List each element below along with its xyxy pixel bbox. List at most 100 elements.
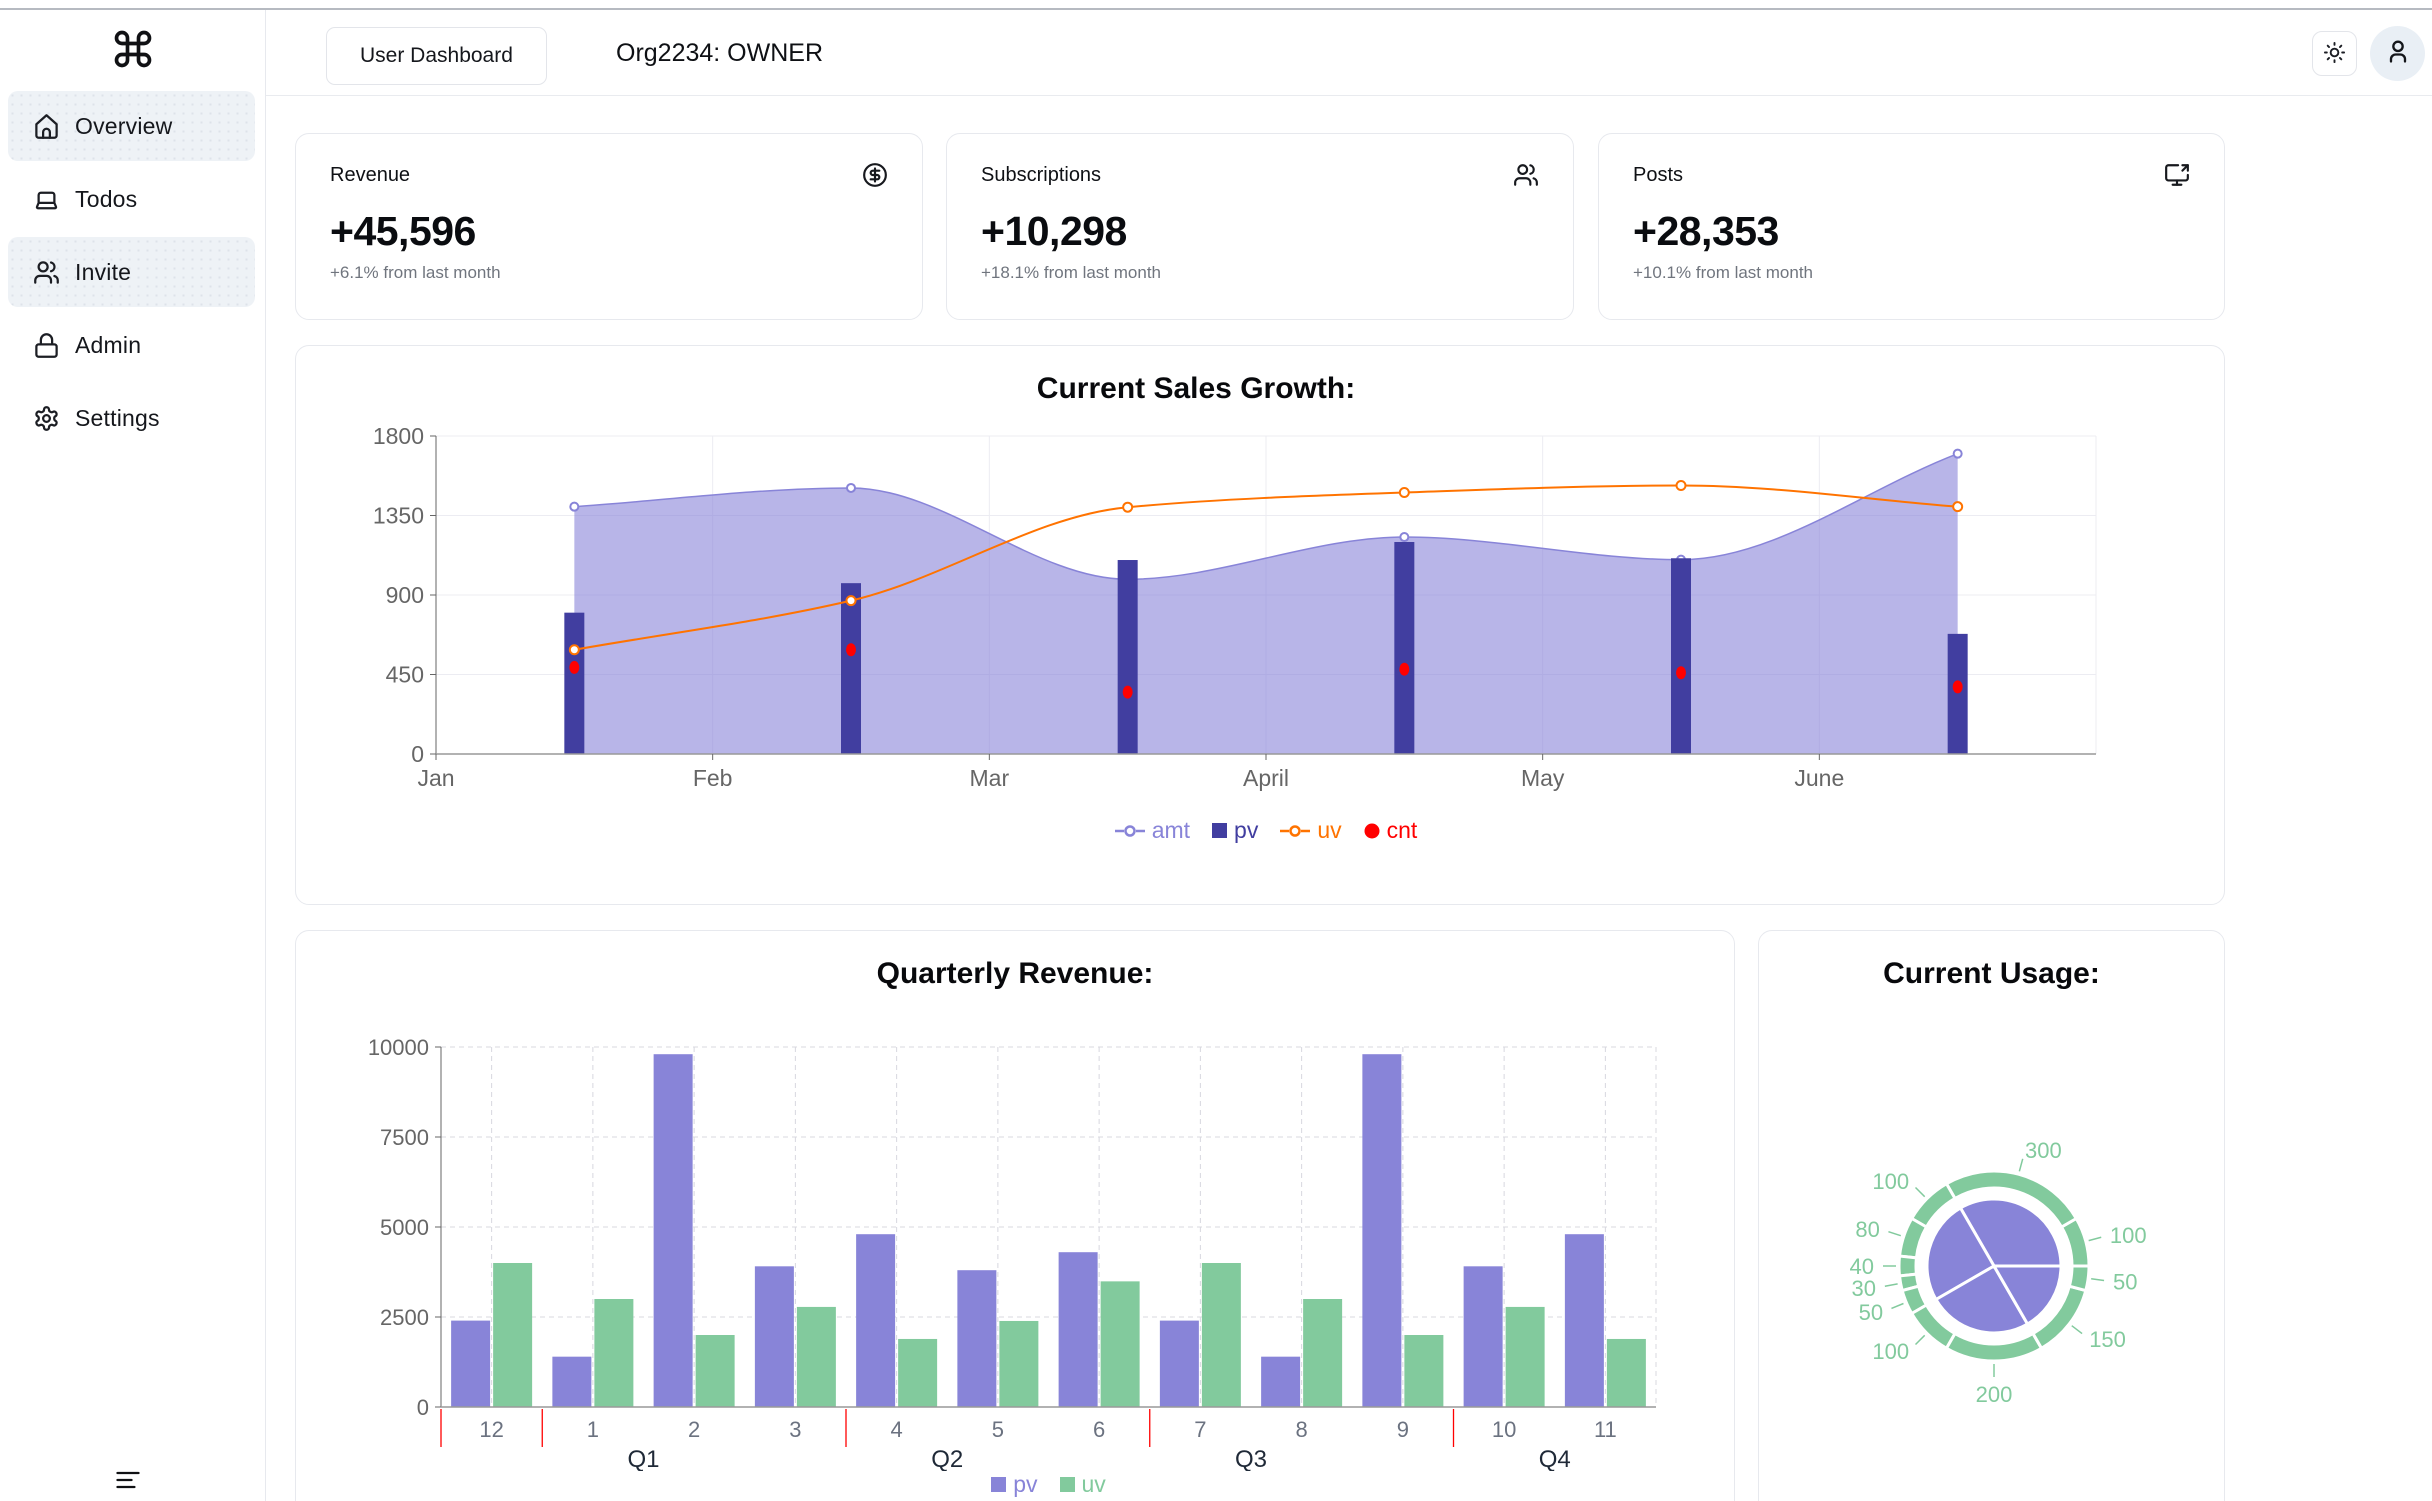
svg-text:May: May xyxy=(1521,765,1565,791)
svg-text:Q3: Q3 xyxy=(1235,1446,1267,1471)
quarterly-chart-title: Quarterly Revenue: xyxy=(296,957,1734,991)
sales-chart-title: Current Sales Growth: xyxy=(296,372,2096,406)
svg-text:1800: 1800 xyxy=(373,423,424,449)
sidebar-item-admin[interactable]: Admin xyxy=(8,310,255,380)
align-left-icon xyxy=(114,1466,142,1499)
svg-text:7: 7 xyxy=(1194,1417,1206,1442)
svg-text:900: 900 xyxy=(386,582,424,608)
user-avatar-button[interactable] xyxy=(2370,26,2425,81)
svg-text:100: 100 xyxy=(1872,1169,1909,1194)
svg-text:12: 12 xyxy=(479,1417,503,1442)
sales-growth-chart: 0 450 900 1350 1800 Jan Feb Mar April May June xyxy=(296,410,2226,805)
sales-growth-card: Current Sales Growth: 0 450 900 1350 1800 Jan… xyxy=(295,345,2225,905)
svg-text:Mar: Mar xyxy=(970,765,1010,791)
svg-text:50: 50 xyxy=(2113,1270,2137,1295)
svg-text:June: June xyxy=(1794,765,1844,791)
svg-text:2500: 2500 xyxy=(380,1305,429,1330)
sidebar-item-todos[interactable]: Todos xyxy=(8,164,255,234)
sidebar-item-overview[interactable]: Overview xyxy=(8,91,255,161)
sidebar-item-label: Invite xyxy=(75,259,131,286)
svg-text:1350: 1350 xyxy=(373,503,424,529)
current-usage-chart: 1003001008040305010020015050 xyxy=(1759,991,2226,1501)
svg-text:80: 80 xyxy=(1855,1217,1879,1242)
quarterly-chart-legend: pvuv xyxy=(441,1471,1656,1498)
svg-text:0: 0 xyxy=(411,741,424,767)
svg-text:2: 2 xyxy=(688,1417,700,1442)
svg-text:10: 10 xyxy=(1492,1417,1516,1442)
revenue-card: Revenue +45,596 +6.1% from last month xyxy=(295,133,923,320)
stat-card-change: +10.1% from last month xyxy=(1633,263,2190,283)
quarterly-revenue-card: Quarterly Revenue: 025005000750010000121… xyxy=(295,930,1735,1501)
users-icon xyxy=(1513,162,1539,193)
svg-text:5: 5 xyxy=(992,1417,1004,1442)
svg-text:9: 9 xyxy=(1397,1417,1409,1442)
usage-inner-pie xyxy=(1927,1199,2061,1333)
posts-card: Posts +28,353 +10.1% from last month xyxy=(1598,133,2225,320)
legend-item-cnt: cnt xyxy=(1364,817,1418,844)
stat-card-change: +6.1% from last month xyxy=(330,263,888,283)
svg-text:5000: 5000 xyxy=(380,1215,429,1240)
svg-text:10000: 10000 xyxy=(368,1035,429,1060)
laptop-icon xyxy=(33,186,60,213)
sidebar-collapse-button[interactable] xyxy=(108,1462,148,1501)
svg-text:0: 0 xyxy=(417,1395,429,1420)
home-icon xyxy=(33,113,60,140)
svg-text:Q2: Q2 xyxy=(931,1446,963,1471)
stat-card-value: +10,298 xyxy=(981,208,1539,255)
legend-item-amt: amt xyxy=(1115,817,1190,844)
usage-chart-title: Current Usage: xyxy=(1759,957,2224,991)
svg-text:11: 11 xyxy=(1594,1417,1617,1442)
topbar: User Dashboard Org2234: OWNER xyxy=(266,10,2432,96)
theme-toggle-button[interactable] xyxy=(2312,31,2357,76)
stat-card-title: Posts xyxy=(1633,164,1683,187)
svg-text:1: 1 xyxy=(587,1417,599,1442)
stat-card-change: +18.1% from last month xyxy=(981,263,1539,283)
monitor-share-icon xyxy=(2164,162,2190,193)
sidebar-item-label: Overview xyxy=(75,113,172,140)
svg-text:50: 50 xyxy=(1859,1300,1883,1325)
svg-text:200: 200 xyxy=(1976,1382,2013,1407)
svg-text:Jan: Jan xyxy=(417,765,454,791)
current-usage-card: Current Usage: 1003001008040305010020015… xyxy=(1758,930,2225,1501)
svg-text:30: 30 xyxy=(1852,1276,1876,1301)
svg-text:8: 8 xyxy=(1296,1417,1308,1442)
svg-text:Q4: Q4 xyxy=(1539,1446,1571,1471)
stat-card-value: +45,596 xyxy=(330,208,888,255)
svg-text:100: 100 xyxy=(2110,1223,2147,1248)
dollar-circle-icon xyxy=(862,162,888,193)
gear-icon xyxy=(33,405,60,432)
svg-text:100: 100 xyxy=(1872,1339,1909,1364)
legend-item-uv: uv xyxy=(1060,1471,1106,1498)
stat-card-title: Revenue xyxy=(330,164,410,187)
legend-item-pv: pv xyxy=(991,1471,1037,1498)
svg-text:Q1: Q1 xyxy=(627,1446,659,1471)
legend-item-pv: pv xyxy=(1212,817,1258,844)
lock-icon xyxy=(33,332,60,359)
user-dashboard-button[interactable]: User Dashboard xyxy=(326,27,547,85)
sidebar-item-settings[interactable]: Settings xyxy=(8,383,255,453)
user-icon xyxy=(2384,37,2412,70)
legend-item-uv: uv xyxy=(1280,817,1341,844)
sidebar-item-label: Todos xyxy=(75,186,137,213)
svg-text:150: 150 xyxy=(2089,1327,2126,1352)
quarterly-revenue-chart: 025005000750010000121234567891011Q1Q2Q3Q… xyxy=(296,995,1736,1471)
svg-text:April: April xyxy=(1243,765,1289,791)
svg-text:450: 450 xyxy=(386,662,424,688)
svg-text:6: 6 xyxy=(1093,1417,1105,1442)
svg-text:3: 3 xyxy=(789,1417,801,1442)
sidebar: Overview Todos Invite Admin Settings xyxy=(0,10,266,1501)
sidebar-item-label: Admin xyxy=(75,332,141,359)
sales-chart-legend: amtpvuvcnt xyxy=(436,817,2096,844)
users-icon xyxy=(33,259,60,286)
sidebar-item-invite[interactable]: Invite xyxy=(8,237,255,307)
org-title: Org2234: OWNER xyxy=(616,10,823,96)
svg-text:7500: 7500 xyxy=(380,1125,429,1150)
stat-card-value: +28,353 xyxy=(1633,208,2190,255)
stat-card-title: Subscriptions xyxy=(981,164,1101,187)
svg-text:300: 300 xyxy=(2025,1138,2062,1163)
sun-icon xyxy=(2323,41,2346,67)
command-icon xyxy=(0,10,265,88)
svg-text:Feb: Feb xyxy=(693,765,733,791)
sidebar-item-label: Settings xyxy=(75,405,160,432)
subscriptions-card: Subscriptions +10,298 +18.1% from last m… xyxy=(946,133,1574,320)
